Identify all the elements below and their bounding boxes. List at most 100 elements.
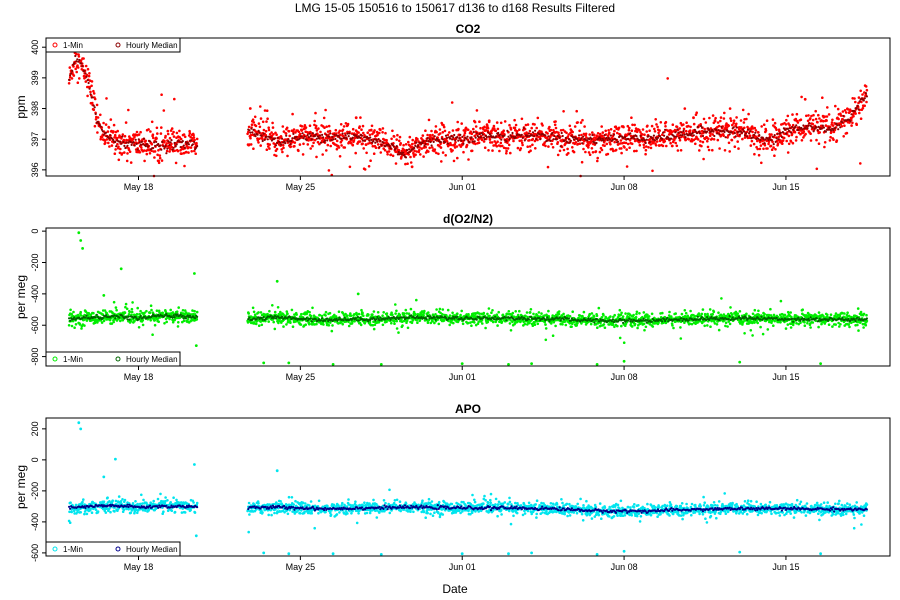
minute-point xyxy=(109,118,113,121)
hourly-point xyxy=(179,146,182,149)
minute-point xyxy=(819,362,822,365)
hourly-point xyxy=(85,75,88,78)
minute-point xyxy=(369,159,372,162)
hourly-point xyxy=(577,139,580,142)
hourly-point xyxy=(534,129,537,132)
hourly-point xyxy=(184,141,187,144)
hourly-point xyxy=(154,144,157,147)
hourly-point xyxy=(139,314,142,317)
hourly-point xyxy=(123,144,126,147)
minute-point xyxy=(373,129,376,132)
minute-point xyxy=(324,310,328,314)
minute-point xyxy=(300,312,303,316)
minute-point xyxy=(69,308,72,312)
minute-point xyxy=(544,338,548,342)
minute-point xyxy=(759,144,763,147)
minute-point xyxy=(859,117,863,120)
hourly-point xyxy=(468,141,471,144)
minute-point xyxy=(635,130,639,134)
minute-point xyxy=(354,116,358,120)
minute-point xyxy=(486,126,490,130)
minute-point xyxy=(842,135,845,138)
hourly-point xyxy=(853,110,856,113)
hourly-point xyxy=(680,131,683,134)
minute-point xyxy=(654,144,658,147)
hourly-point xyxy=(263,138,266,141)
hourly-point xyxy=(321,133,324,136)
minute-point xyxy=(750,139,754,143)
hourly-point xyxy=(449,137,452,140)
minute-point xyxy=(528,139,531,142)
main-title: LMG 15-05 150516 to 150617 d136 to d168 … xyxy=(295,1,615,15)
minute-point xyxy=(657,131,660,135)
minute-point xyxy=(728,107,732,110)
minute-point xyxy=(265,120,268,123)
hourly-point xyxy=(73,316,76,319)
minute-point xyxy=(766,328,770,331)
minute-point xyxy=(326,143,330,147)
hourly-point xyxy=(429,140,432,144)
hourly-point xyxy=(466,135,469,138)
minute-point xyxy=(441,308,445,311)
y-tick-label: 399 xyxy=(30,70,40,85)
minute-point xyxy=(729,119,733,122)
hourly-point xyxy=(857,108,860,111)
hourly-point xyxy=(452,136,455,139)
minute-point xyxy=(265,148,269,151)
minute-point xyxy=(697,312,701,315)
minute-point xyxy=(79,310,82,314)
minute-point xyxy=(506,147,510,150)
minute-point xyxy=(525,311,529,314)
minute-point xyxy=(865,88,869,92)
hourly-point xyxy=(80,62,83,65)
hourly-point xyxy=(772,143,775,146)
hourly-point xyxy=(633,137,636,140)
hourly-point xyxy=(424,142,427,146)
minute-point xyxy=(90,84,93,88)
hourly-point xyxy=(84,72,87,75)
minute-point xyxy=(410,321,414,325)
y-tick-label: 397 xyxy=(30,132,40,147)
minute-point xyxy=(692,116,695,120)
minute-point xyxy=(753,152,756,156)
minute-point xyxy=(288,134,292,138)
minute-point xyxy=(266,312,269,316)
hourly-point xyxy=(555,138,558,141)
hourly-point xyxy=(130,143,133,146)
hourly-point xyxy=(608,138,611,141)
minute-point xyxy=(422,155,425,158)
minute-point xyxy=(604,129,607,133)
hourly-point xyxy=(459,133,462,136)
hourly-point xyxy=(571,136,575,139)
minute-point xyxy=(706,145,710,149)
minute-point xyxy=(832,138,835,141)
minute-point xyxy=(183,135,187,139)
minute-point xyxy=(571,146,574,149)
minute-point xyxy=(391,129,394,133)
minute-point xyxy=(417,148,421,152)
minute-point xyxy=(322,116,326,120)
minute-point xyxy=(451,311,454,315)
minute-point xyxy=(516,146,520,150)
minute-point xyxy=(247,125,251,129)
hourly-point xyxy=(677,131,680,134)
hourly-point xyxy=(187,143,190,146)
hourly-point xyxy=(767,139,770,142)
minute-point xyxy=(122,138,126,142)
minute-point xyxy=(185,150,188,154)
hourly-point xyxy=(307,136,310,139)
minute-point xyxy=(252,147,255,150)
minute-point xyxy=(817,142,821,145)
hourly-point xyxy=(415,141,418,144)
minute-point xyxy=(859,162,862,165)
plot-frame xyxy=(45,37,891,177)
minute-point xyxy=(753,308,757,312)
hourly-point xyxy=(485,135,488,139)
minute-point xyxy=(520,117,524,121)
minute-point xyxy=(125,307,129,311)
hourly-point xyxy=(727,130,730,133)
minute-point xyxy=(176,325,180,328)
minute-point xyxy=(723,149,727,152)
minute-point xyxy=(809,139,813,142)
minute-point xyxy=(499,141,503,145)
